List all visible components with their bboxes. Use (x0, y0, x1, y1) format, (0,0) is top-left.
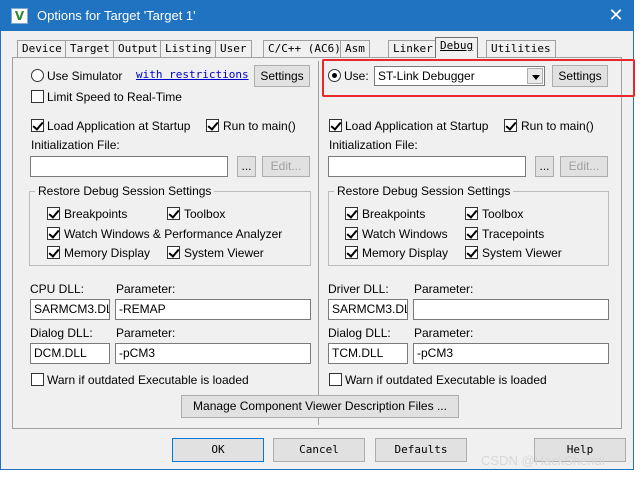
left-breakpoints-checkbox[interactable] (47, 207, 60, 220)
right-toolbox-checkbox[interactable] (465, 207, 478, 220)
left-toolbox-label: Toolbox (184, 207, 226, 221)
use-simulator-radio[interactable] (31, 69, 44, 82)
tab-listing[interactable]: Listing (160, 40, 217, 57)
left-system-viewer-checkbox[interactable] (167, 246, 180, 259)
right-toolbox-label: Toolbox (482, 207, 524, 221)
tab-target[interactable]: Target (65, 40, 115, 57)
right-browse-button[interactable]: ... (535, 156, 554, 177)
tab-output[interactable]: Output (113, 40, 163, 57)
right-system-viewer-label: System Viewer (482, 246, 562, 260)
right-breakpoints-label: Breakpoints (362, 207, 426, 221)
left-restore-title: Restore Debug Session Settings (35, 184, 215, 198)
left-dialog-param-label: Parameter: (116, 326, 176, 340)
manage-component-viewer-button[interactable]: Manage Component Viewer Description File… (181, 395, 459, 418)
left-watch-checkbox[interactable] (47, 227, 60, 240)
right-tracepoints-label: Tracepoints (482, 227, 545, 241)
tab-utilities[interactable]: Utilities (486, 40, 556, 57)
left-dialog-dll-label: Dialog DLL: (30, 326, 93, 340)
cpu-dll-input[interactable]: SARMCM3.DLL (30, 299, 110, 320)
left-browse-button[interactable]: ... (237, 156, 256, 177)
right-memory-checkbox[interactable] (345, 246, 358, 259)
left-memory-checkbox[interactable] (47, 246, 60, 259)
tab-debug[interactable]: Debug (435, 37, 479, 58)
use-simulator-label: Use Simulator (47, 69, 123, 83)
cpu-param-input[interactable]: -REMAP (115, 299, 311, 320)
left-init-file-input[interactable] (30, 156, 228, 177)
right-edit-button[interactable]: Edit... (560, 156, 608, 177)
left-warn-label: Warn if outdated Executable is loaded (47, 373, 249, 387)
close-icon[interactable]: ✕ (604, 4, 628, 28)
left-watch-label: Watch Windows & Performance Analyzer (64, 227, 283, 241)
right-load-app-label: Load Application at Startup (345, 119, 489, 133)
left-system-viewer-label: System Viewer (184, 246, 264, 260)
right-dialog-dll-label: Dialog DLL: (328, 326, 391, 340)
tab-user[interactable]: User (215, 40, 252, 57)
right-watch-checkbox[interactable] (345, 227, 358, 240)
right-tracepoints-checkbox[interactable] (465, 227, 478, 240)
right-breakpoints-checkbox[interactable] (345, 207, 358, 220)
right-warn-label: Warn if outdated Executable is loaded (345, 373, 547, 387)
tab-asm[interactable]: Asm (340, 40, 370, 57)
right-run-to-main-label: Run to main() (521, 119, 594, 133)
right-memory-label: Memory Display (362, 246, 449, 260)
tab-linker[interactable]: Linker (388, 40, 438, 57)
left-toolbox-checkbox[interactable] (167, 207, 180, 220)
cpu-dll-label: CPU DLL: (30, 282, 85, 296)
limit-speed-label: Limit Speed to Real-Time (47, 90, 182, 104)
right-run-to-main-checkbox[interactable] (504, 119, 517, 132)
right-init-file-input[interactable] (328, 156, 526, 177)
right-restore-title: Restore Debug Session Settings (334, 184, 514, 198)
left-dialog-dll-input[interactable]: DCM.DLL (30, 343, 110, 364)
driver-param-label: Parameter: (414, 282, 474, 296)
right-load-app-checkbox[interactable] (329, 119, 342, 132)
left-run-to-main-checkbox[interactable] (206, 119, 219, 132)
cpu-param-label: Parameter: (116, 282, 176, 296)
left-load-app-label: Load Application at Startup (47, 119, 191, 133)
right-system-viewer-checkbox[interactable] (465, 246, 478, 259)
right-dialog-param-label: Parameter: (414, 326, 474, 340)
uvision-app-icon: V (11, 8, 28, 24)
left-edit-button[interactable]: Edit... (262, 156, 310, 177)
right-warn-checkbox[interactable] (329, 373, 342, 386)
ok-button[interactable]: OK (172, 438, 264, 462)
defaults-button[interactable]: Defaults (375, 438, 467, 462)
driver-dll-input[interactable]: SARMCM3.DLL (328, 299, 408, 320)
left-breakpoints-label: Breakpoints (64, 207, 128, 221)
right-init-file-label: Initialization File: (329, 138, 418, 152)
left-memory-label: Memory Display (64, 246, 151, 260)
simulator-settings-button[interactable]: Settings (254, 65, 310, 87)
driver-dll-label: Driver DLL: (328, 282, 389, 296)
title-bar: V Options for Target 'Target 1' ✕ (1, 1, 633, 31)
left-dialog-param-input[interactable]: -pCM3 (115, 343, 311, 364)
tab-device[interactable]: Device (17, 40, 67, 57)
left-run-to-main-label: Run to main() (223, 119, 296, 133)
panel-divider (318, 61, 319, 425)
window-title: Options for Target 'Target 1' (37, 8, 196, 23)
left-warn-checkbox[interactable] (31, 373, 44, 386)
cancel-button[interactable]: Cancel (273, 438, 365, 462)
right-watch-label: Watch Windows (362, 227, 448, 241)
highlight-annotation (322, 59, 635, 97)
right-dialog-param-input[interactable]: -pCM3 (413, 343, 609, 364)
right-dialog-dll-input[interactable]: TCM.DLL (328, 343, 408, 364)
limit-speed-checkbox[interactable] (31, 90, 44, 103)
driver-param-input[interactable] (413, 299, 609, 320)
left-load-app-checkbox[interactable] (31, 119, 44, 132)
with-restrictions-link[interactable]: with restrictions (136, 68, 249, 81)
watermark-text: CSDN @HackShendi (481, 453, 605, 468)
tab-cpp[interactable]: C/C++ (AC6) (263, 40, 346, 57)
left-init-file-label: Initialization File: (31, 138, 120, 152)
